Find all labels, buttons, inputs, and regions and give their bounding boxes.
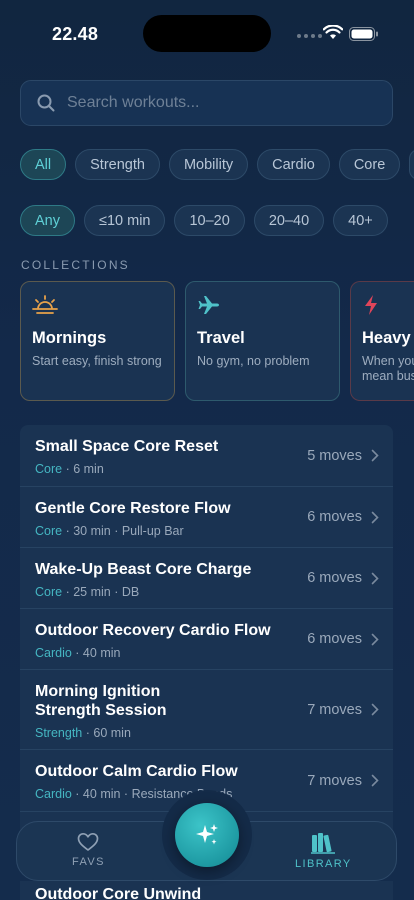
chevron-right-icon	[371, 774, 379, 787]
chip-20-40[interactable]: 20–40	[253, 205, 325, 236]
workout-moves: 7 moves	[307, 701, 362, 718]
workout-category: Core	[35, 524, 63, 538]
lightning-icon	[365, 295, 377, 315]
workout-moves: 5 moves	[307, 447, 362, 464]
generate-workout-button[interactable]	[175, 803, 239, 867]
collections-carousel: Mornings Start easy, finish strong Trave…	[20, 281, 414, 401]
tab-library-label: LIBRARY	[295, 858, 352, 870]
collection-subtitle: No gym, no problem	[197, 354, 310, 368]
collection-subtitle: When you mean busi	[362, 354, 414, 383]
collection-card-travel[interactable]: Travel No gym, no problem	[185, 281, 340, 401]
search-input[interactable]	[67, 94, 367, 112]
status-bar: 22.48	[0, 0, 414, 60]
workout-details: · 60 min	[82, 726, 131, 740]
workout-category: Core	[35, 462, 63, 476]
chip-strength[interactable]: Strength	[75, 149, 160, 180]
workout-meta: Core · 6 min	[35, 462, 378, 476]
workout-row[interactable]: Morning Ignition Strength Session Streng…	[20, 670, 393, 750]
chip-more[interactable]	[409, 149, 414, 180]
workout-category: Cardio	[35, 646, 72, 660]
workout-row[interactable]: Small Space Core Reset Core · 6 min 5 mo…	[20, 425, 393, 487]
category-filter: All Strength Mobility Cardio Core	[20, 149, 414, 180]
collection-title: Heavy d	[362, 329, 414, 347]
tab-favs-label: FAVS	[72, 856, 105, 868]
cellular-signal-icon	[297, 34, 322, 38]
workout-row[interactable]: Gentle Core Restore Flow Core · 30 min ·…	[20, 487, 393, 548]
chip-under-10[interactable]: ≤10 min	[84, 205, 166, 236]
tab-library[interactable]: LIBRARY	[295, 832, 352, 870]
collection-title: Travel	[197, 329, 245, 347]
collection-subtitle: Start easy, finish strong	[32, 354, 162, 368]
dynamic-island	[143, 15, 271, 52]
collections-heading: COLLECTIONS	[21, 258, 130, 272]
chip-cardio[interactable]: Cardio	[257, 149, 330, 180]
chevron-right-icon	[371, 449, 379, 462]
collection-card-heavy[interactable]: Heavy d When you mean busi	[350, 281, 414, 401]
tab-favs[interactable]: FAVS	[72, 832, 105, 868]
chevron-right-icon	[371, 572, 379, 584]
heart-icon	[78, 832, 99, 851]
workout-details: · 40 min	[71, 646, 121, 660]
workout-row-peek[interactable]: Outdoor Core Unwind	[20, 881, 393, 900]
books-icon	[311, 833, 336, 854]
workout-details: · 25 min · DB	[62, 585, 140, 599]
status-time: 22.48	[52, 24, 99, 44]
workout-moves: 7 moves	[307, 772, 362, 789]
workout-category: Core	[35, 585, 63, 599]
workout-moves: 6 moves	[307, 570, 362, 586]
battery-icon	[349, 27, 378, 41]
workout-meta: Cardio · 40 min	[35, 646, 378, 660]
workout-moves: 6 moves	[307, 509, 362, 525]
chevron-right-icon	[371, 703, 379, 716]
workout-row[interactable]: Outdoor Recovery Cardio Flow Cardio · 40…	[20, 609, 393, 670]
workout-details: · 30 min · Pull-up Bar	[62, 524, 184, 538]
chip-10-20[interactable]: 10–20	[174, 205, 245, 236]
chip-all[interactable]: All	[20, 149, 67, 180]
chevron-right-icon	[371, 511, 379, 523]
workout-details: · 6 min	[62, 462, 104, 476]
workout-meta: Core · 30 min · Pull-up Bar	[35, 524, 378, 538]
workout-moves: 6 moves	[307, 631, 362, 647]
airplane-icon	[198, 296, 219, 314]
search-bar[interactable]	[20, 80, 393, 126]
chevron-right-icon	[371, 633, 379, 645]
collection-title: Mornings	[32, 329, 107, 347]
chip-mobility[interactable]: Mobility	[168, 149, 249, 180]
workout-meta: Strength · 60 min	[35, 726, 378, 740]
workout-category: Strength	[35, 726, 83, 740]
workout-meta: Core · 25 min · DB	[35, 585, 378, 599]
search-icon	[37, 94, 55, 112]
collection-card-mornings[interactable]: Mornings Start easy, finish strong	[20, 281, 175, 401]
sparkles-icon	[196, 824, 218, 845]
wifi-icon	[323, 25, 343, 39]
chip-any[interactable]: Any	[20, 205, 75, 236]
workout-category: Cardio	[35, 787, 72, 801]
workout-title: Outdoor Core Unwind	[35, 886, 202, 900]
chip-40-plus[interactable]: 40+	[333, 205, 388, 236]
chip-core[interactable]: Core	[338, 149, 401, 180]
sunrise-icon	[32, 295, 58, 314]
workout-row[interactable]: Wake-Up Beast Core Charge Core · 25 min …	[20, 548, 393, 609]
duration-filter: Any ≤10 min 10–20 20–40 40+	[20, 205, 388, 236]
